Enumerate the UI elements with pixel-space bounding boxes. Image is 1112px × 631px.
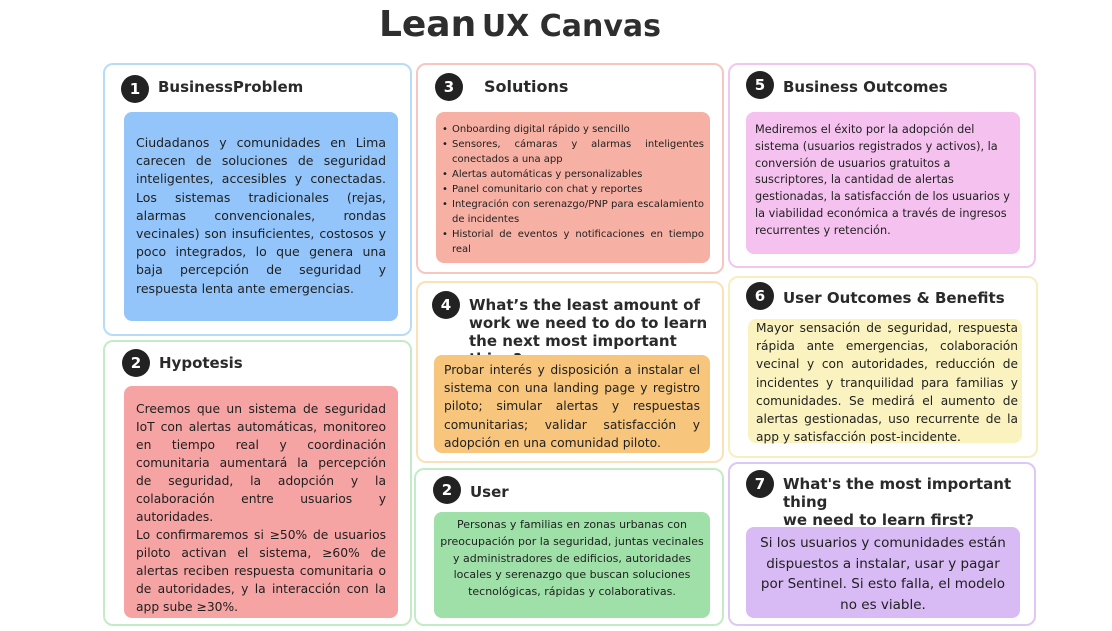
least-work-text: Probar interés y disposición a instalar … <box>444 363 700 450</box>
hypotesis-criteria-text: Lo confirmaremos si ≥50% de usuarios pil… <box>136 528 386 614</box>
list-item: Onboarding digital rápido y sencillo <box>442 122 704 137</box>
step-number-badge: 3 <box>435 73 463 101</box>
hypotesis-heading: Hypotesis <box>159 354 243 372</box>
hypotesis-text: Creemos que un sistema de seguridad IoT … <box>136 402 386 524</box>
user-card: 2 User Personas y familias en zonas urba… <box>414 468 724 626</box>
user-heading: User <box>470 483 509 501</box>
business-problem-text: Ciudadanos y comunidades en Lima carecen… <box>136 135 386 296</box>
solutions-card: 3 Solutions Onboarding digital rápido y … <box>416 63 724 274</box>
list-item: Integración con serenazgo/PNP para escal… <box>442 197 704 227</box>
solutions-note: Onboarding digital rápido y sencillo Sen… <box>436 112 710 263</box>
step-number-badge: 2 <box>433 476 461 504</box>
user-note: Personas y familias en zonas urbanas con… <box>434 512 710 618</box>
user-outcomes-card: 6 User Outcomes & Benefits Mayor sensaci… <box>728 276 1038 458</box>
most-important-heading: What's the most important thing we need … <box>783 475 1034 529</box>
user-text: Personas y familias en zonas urbanas con… <box>440 518 704 599</box>
user-outcomes-heading: User Outcomes & Benefits <box>783 289 1005 307</box>
solutions-list: Onboarding digital rápido y sencillo Sen… <box>442 122 704 257</box>
least-work-card: 4 What’s the least amount of work we nee… <box>416 281 724 463</box>
step-number-badge: 2 <box>122 349 150 377</box>
business-outcomes-note: Mediremos el éxito por la adopción del s… <box>746 112 1020 254</box>
user-outcomes-text: Mayor sensación de seguridad, respuesta … <box>756 321 1018 445</box>
list-item: Historial de eventos y notificaciones en… <box>442 227 704 257</box>
page-title: Lean UX Canvas <box>0 4 1040 45</box>
most-important-card: 7 What's the most important thing we nee… <box>728 462 1036 626</box>
title-part-lean: Lean <box>378 4 477 45</box>
user-outcomes-note: Mayor sensación de seguridad, respuesta … <box>748 319 1022 445</box>
business-outcomes-card: 5 Business Outcomes Mediremos el éxito p… <box>728 63 1036 268</box>
step-number-badge: 6 <box>746 282 774 310</box>
most-important-text: Si los usuarios y comunidades están disp… <box>760 535 1006 613</box>
solutions-heading: Solutions <box>484 77 569 96</box>
business-outcomes-heading: Business Outcomes <box>783 78 948 96</box>
least-work-heading-line1: What’s the least amount of <box>469 296 701 314</box>
list-item: Panel comunitario con chat y reportes <box>442 182 704 197</box>
title-part-ux-canvas: UX Canvas <box>481 9 662 44</box>
business-outcomes-text: Mediremos el éxito por la adopción del s… <box>755 123 1010 237</box>
step-number-badge: 1 <box>121 75 149 103</box>
step-number-badge: 4 <box>432 291 460 319</box>
most-important-heading-line1: What's the most important thing <box>783 475 1012 511</box>
list-item: Alertas automáticas y personalizables <box>442 167 704 182</box>
list-item: Sensores, cámaras y alarmas inteligentes… <box>442 137 704 167</box>
hypotesis-note: Creemos que un sistema de seguridad IoT … <box>124 386 398 618</box>
step-number-badge: 5 <box>746 71 774 99</box>
hypotesis-card: 2 Hypotesis Creemos que un sistema de se… <box>103 340 412 626</box>
least-work-heading-line2: work we need to do to learn <box>469 314 708 332</box>
step-number-badge: 7 <box>746 470 774 498</box>
least-work-note: Probar interés y disposición a instalar … <box>434 355 710 453</box>
business-problem-note: Ciudadanos y comunidades en Lima carecen… <box>124 112 398 321</box>
business-problem-card: 1 BusinessProblem Ciudadanos y comunidad… <box>103 63 412 336</box>
most-important-note: Si los usuarios y comunidades están disp… <box>746 527 1020 618</box>
business-problem-heading: BusinessProblem <box>158 78 304 96</box>
